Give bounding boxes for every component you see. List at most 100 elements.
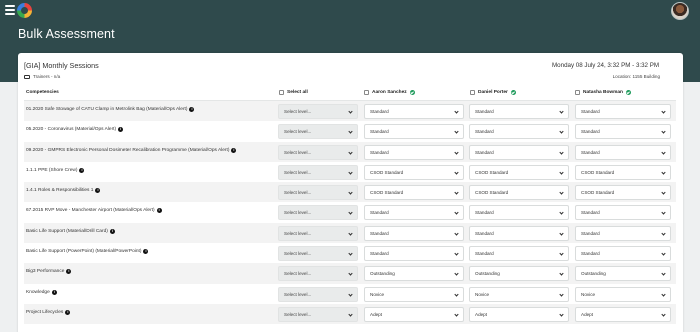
chevron-down-icon <box>454 170 459 175</box>
avatar[interactable] <box>671 2 689 20</box>
select-value: Standard <box>475 210 494 216</box>
learner-result-select[interactable]: CSOD Standard <box>469 185 569 201</box>
learner-result-select[interactable]: Adept <box>364 306 464 322</box>
select-value: Select level... <box>284 291 312 297</box>
learner-result-select[interactable]: Standard <box>364 205 464 221</box>
learner-result-select[interactable]: Standard <box>575 225 671 241</box>
learner-result-select[interactable]: Standard <box>575 144 671 160</box>
info-icon[interactable]: i <box>156 208 162 214</box>
page-title: Bulk Assessment <box>18 27 115 41</box>
select-value: Adept <box>370 311 383 317</box>
level-select[interactable]: Select level... <box>278 124 358 140</box>
learner-result-select[interactable]: CSOD Standard <box>575 164 671 180</box>
competency-label: Basic Life Support (PowerPoint) (Materia… <box>26 249 142 255</box>
info-icon[interactable]: i <box>95 188 101 194</box>
learner-result-select[interactable]: CSOD Standard <box>469 164 569 180</box>
learner-result-select[interactable]: Novice <box>575 286 671 302</box>
table-row: Knowledge i Select level... Novice Novice Nov… <box>24 284 676 304</box>
select-value: Select level... <box>284 271 312 277</box>
learner-result-select[interactable]: Standard <box>364 104 464 119</box>
learner-result-select[interactable]: Novice <box>364 286 464 302</box>
chevron-down-icon <box>559 231 564 236</box>
chevron-down-icon <box>348 210 353 216</box>
chevron-down-icon <box>661 271 666 276</box>
competency-label: Big3 Performance <box>26 269 65 275</box>
competency-label: 1.1.1 PPE (Shore Crew) <box>26 167 78 173</box>
learner-result-select[interactable]: Adept <box>575 306 671 322</box>
level-select[interactable]: Select level... <box>278 286 358 302</box>
chevron-down-icon <box>348 129 353 134</box>
session-title: [GIA] Monthly Sessions <box>24 61 99 70</box>
competency-name: 05.2020 - Coronavirus (Material/Ops Aler… <box>26 127 124 133</box>
info-icon[interactable]: i <box>65 309 71 315</box>
select-all-label: Select all <box>287 90 308 95</box>
session-datetime: Monday 08 July 24, 3:32 PM - 3:32 PM <box>552 62 659 69</box>
chevron-down-icon <box>559 170 564 175</box>
chevron-down-icon <box>454 251 459 256</box>
select-value: Outstanding <box>581 271 606 277</box>
level-select[interactable]: Select level... <box>278 144 358 160</box>
select-value: CSOD Standard <box>475 190 509 196</box>
learner-result-select[interactable]: Standard <box>469 246 569 262</box>
info-icon[interactable]: i <box>189 107 195 112</box>
select-value: Standard <box>370 109 389 114</box>
select-all-checkbox[interactable] <box>279 90 284 95</box>
learner-result-select[interactable]: Outstanding <box>364 266 464 282</box>
chevron-down-icon <box>454 271 459 276</box>
level-select[interactable]: Select level... <box>278 104 358 119</box>
learner-result-select[interactable]: Outstanding <box>469 266 569 282</box>
select-value: Standard <box>581 129 600 135</box>
learner-result-select[interactable]: CSOD Standard <box>364 164 464 180</box>
level-select[interactable]: Select level... <box>278 225 358 241</box>
info-icon[interactable]: i <box>51 289 57 295</box>
learner-result-select[interactable]: Standard <box>469 225 569 241</box>
learner-result-select[interactable]: CSOD Standard <box>364 185 464 201</box>
learner-result-select[interactable]: Standard <box>575 246 671 262</box>
select-value: CSOD Standard <box>475 169 509 175</box>
table-row: 1.1.1 PPE (Shore Crew) i Select level... CS… <box>24 162 676 182</box>
select-value: Standard <box>581 210 600 216</box>
level-select[interactable]: Select level... <box>278 164 358 180</box>
level-select[interactable]: Select level... <box>278 246 358 262</box>
learner-result-select[interactable]: Standard <box>364 225 464 241</box>
learner-result-select[interactable]: Standard <box>364 246 464 262</box>
learner-result-select[interactable]: Standard <box>575 124 671 140</box>
chevron-down-icon <box>661 190 666 195</box>
learner-result-select[interactable]: Standard <box>364 124 464 140</box>
select-value: CSOD Standard <box>581 169 615 175</box>
level-select[interactable]: Select level... <box>278 306 358 322</box>
learner-result-select[interactable]: Adept <box>469 306 569 322</box>
learner-result-select[interactable]: Standard <box>364 144 464 160</box>
learner-checkbox[interactable] <box>364 90 369 95</box>
level-select[interactable]: Select level... <box>278 205 358 221</box>
competency-label: Knowledge <box>26 289 50 295</box>
app-logo[interactable] <box>17 3 32 18</box>
learner-checkbox[interactable] <box>470 90 475 95</box>
info-icon[interactable]: i <box>66 269 72 275</box>
learner-result-select[interactable]: Standard <box>469 124 569 140</box>
info-icon[interactable]: i <box>118 127 124 133</box>
info-icon[interactable]: i <box>143 249 149 255</box>
learner-result-select[interactable]: CSOD Standard <box>575 185 671 201</box>
learner-result-select[interactable]: Standard <box>469 144 569 160</box>
learner-result-select[interactable]: Standard <box>469 104 569 119</box>
select-value: Outstanding <box>475 271 500 277</box>
table-header: Competencies Select all Aaron Sanchez Da… <box>24 86 676 101</box>
hamburger-icon[interactable] <box>5 5 15 15</box>
learner-result-select[interactable]: Standard <box>575 104 671 119</box>
learner-result-select[interactable]: Novice <box>469 286 569 302</box>
learner-result-select[interactable]: Standard <box>469 205 569 221</box>
competency-label: 05.2020 - Coronavirus (Material/Ops Aler… <box>26 127 117 133</box>
learner-result-select[interactable]: Standard <box>575 205 671 221</box>
learner-result-select[interactable]: Outstanding <box>575 266 671 282</box>
info-icon[interactable]: i <box>79 167 85 173</box>
learner-name: Natasha Bowman <box>583 90 623 95</box>
learner-checkbox[interactable] <box>575 90 580 95</box>
level-select[interactable]: Select level... <box>278 185 358 201</box>
competency-name: 01.2020 Safe Stowage of CATU Clamp in Me… <box>26 107 195 112</box>
info-icon[interactable]: i <box>231 147 237 153</box>
table-row: 67.2015 RVP Move - Manchester Airport (M… <box>24 202 676 222</box>
info-icon[interactable]: i <box>109 228 115 234</box>
select-value: Standard <box>475 230 494 236</box>
level-select[interactable]: Select level... <box>278 266 358 282</box>
